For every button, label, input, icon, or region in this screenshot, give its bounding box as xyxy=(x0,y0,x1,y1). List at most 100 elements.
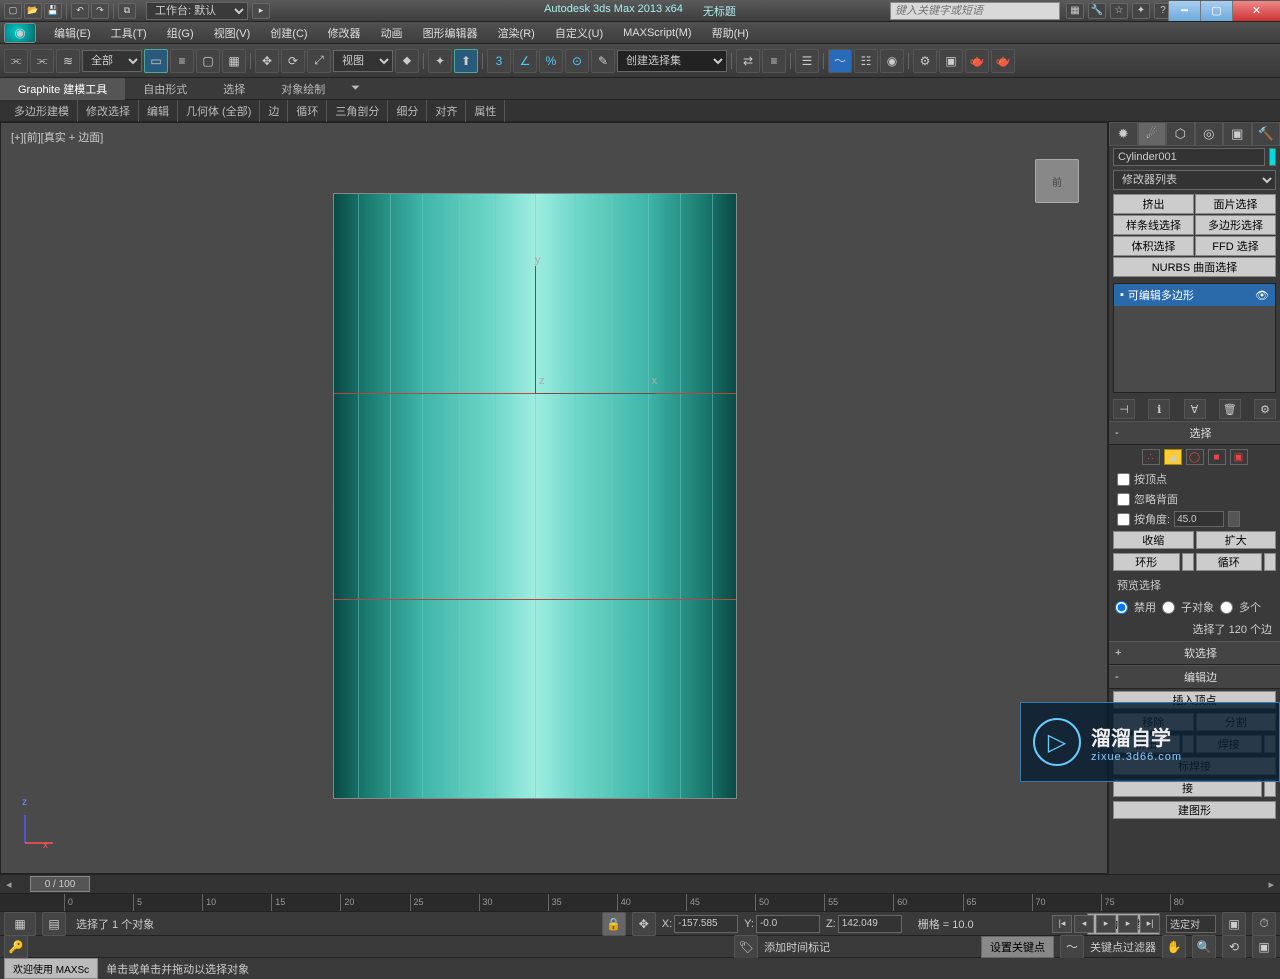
expand-button[interactable]: 扩大 xyxy=(1196,531,1277,549)
material-editor-icon[interactable]: ◉ xyxy=(880,49,904,73)
menu-customize[interactable]: 自定义(U) xyxy=(545,22,613,44)
layer-manager-icon[interactable]: ☰ xyxy=(795,49,819,73)
add-time-tag-label[interactable]: 添加时间标记 xyxy=(764,939,830,955)
nav-zoom-icon[interactable]: 🔍 xyxy=(1192,935,1216,959)
select-object-icon[interactable]: ▭ xyxy=(144,49,168,73)
object-color-swatch[interactable] xyxy=(1269,148,1276,166)
mod-extrude-button[interactable]: 挤出 xyxy=(1113,194,1194,214)
menu-create[interactable]: 创建(C) xyxy=(260,22,317,44)
rotate-gizmo-icon[interactable]: ⟳ xyxy=(281,49,305,73)
rsub-poly-model[interactable]: 多边形建模 xyxy=(6,100,78,122)
render-setup-icon[interactable]: ⚙ xyxy=(913,49,937,73)
tl-prev-icon[interactable]: ◂ xyxy=(6,878,12,891)
vertex-subobj-icon[interactable]: ∴ xyxy=(1142,449,1160,465)
rsub-align[interactable]: 对齐 xyxy=(427,100,466,122)
tab-selection[interactable]: 选择 xyxy=(205,78,263,100)
goto-start-icon[interactable]: |◂ xyxy=(1052,915,1072,933)
ring-button[interactable]: 环形 xyxy=(1113,553,1180,571)
tab-freeform[interactable]: 自由形式 xyxy=(125,78,205,100)
help-search-input[interactable] xyxy=(890,2,1060,20)
workspace-selector[interactable]: 工作台: 默认 ▸ xyxy=(146,2,270,20)
time-config-icon[interactable]: ⏱ xyxy=(1252,912,1276,936)
tl-next-icon[interactable]: ▸ xyxy=(1268,878,1274,891)
set-key-icon[interactable]: 🔑 xyxy=(4,935,28,959)
close-button[interactable]: ✕ xyxy=(1232,1,1280,21)
select-manipulate-icon[interactable]: ✦ xyxy=(428,49,452,73)
create-shape-button[interactable]: 建图形 xyxy=(1113,801,1276,819)
percent-snap-icon[interactable]: % xyxy=(539,49,563,73)
nav-max-icon[interactable]: ▣ xyxy=(1252,935,1276,959)
set-key-button[interactable]: 设置关键点 xyxy=(981,936,1054,958)
goto-end-icon[interactable]: ▸| xyxy=(1140,915,1160,933)
workspace-dropdown[interactable]: 工作台: 默认 xyxy=(146,2,248,20)
rsub-subdiv[interactable]: 细分 xyxy=(388,100,427,122)
menu-tools[interactable]: 工具(T) xyxy=(101,22,157,44)
modifier-list-dropdown[interactable]: 修改器列表 xyxy=(1113,170,1276,190)
curve-editor-icon[interactable]: 〜 xyxy=(828,49,852,73)
maxscript-icon[interactable]: ▦ xyxy=(4,912,36,936)
loop-spinner[interactable]: ◂▸ xyxy=(1264,553,1276,571)
keyboard-shortcut-icon[interactable]: ⬆ xyxy=(454,49,478,73)
key-filter-curve-icon[interactable]: 〜 xyxy=(1060,935,1084,959)
scale-gizmo-icon[interactable]: ⤢ xyxy=(307,49,331,73)
section-selection[interactable]: -选择 xyxy=(1109,421,1280,445)
unlink-icon[interactable]: ⫘ xyxy=(30,49,54,73)
app-logo-icon[interactable]: ◉ xyxy=(4,23,36,43)
next-frame-icon[interactable]: ▸ xyxy=(1118,915,1138,933)
make-unique-icon[interactable]: ∀ xyxy=(1184,399,1206,419)
mod-face-select-button[interactable]: 面片选择 xyxy=(1195,194,1276,214)
menu-view[interactable]: 视图(V) xyxy=(204,22,261,44)
link-icon[interactable]: ⧉ xyxy=(118,3,136,19)
tab-graphite[interactable]: Graphite 建模工具 xyxy=(0,78,125,100)
star-icon[interactable]: ☆ xyxy=(1110,3,1128,19)
workspace-arrow-icon[interactable]: ▸ xyxy=(252,3,270,19)
prev-frame-icon[interactable]: ◂ xyxy=(1074,915,1094,933)
menu-maxscript[interactable]: MAXScript(M) xyxy=(613,24,701,42)
angle-spinner-buttons[interactable] xyxy=(1228,511,1240,527)
time-tag-icon[interactable]: 🏷 xyxy=(734,935,758,959)
section-edit-edge[interactable]: -编辑边 xyxy=(1109,665,1280,689)
rsub-edit[interactable]: 编辑 xyxy=(139,100,178,122)
utilities-tab-icon[interactable]: 🔨 xyxy=(1252,122,1280,146)
modifier-stack[interactable]: ▪ 可编辑多边形 👁 xyxy=(1113,283,1276,393)
loop-button[interactable]: 循环 xyxy=(1196,553,1263,571)
ref-coord-select[interactable]: 视图 xyxy=(333,50,393,72)
listener-icon[interactable]: ▤ xyxy=(42,912,66,936)
time-ruler[interactable]: 05101520253035404550556065707580 xyxy=(0,894,1280,912)
edit-named-sel-icon[interactable]: ✎ xyxy=(591,49,615,73)
create-tab-icon[interactable]: ✹ xyxy=(1109,122,1138,146)
remove-mod-icon[interactable]: 🗑 xyxy=(1219,399,1241,419)
menu-modifiers[interactable]: 修改器 xyxy=(318,22,371,44)
render-frame-icon[interactable]: ▣ xyxy=(939,49,963,73)
polygon-subobj-icon[interactable]: ■ xyxy=(1208,449,1226,465)
key-icon[interactable]: 🔧 xyxy=(1088,3,1106,19)
eye-icon[interactable]: 👁 xyxy=(1255,289,1269,302)
rsub-props[interactable]: 属性 xyxy=(466,100,505,122)
stack-editable-poly[interactable]: ▪ 可编辑多边形 👁 xyxy=(1114,284,1275,306)
nav-orbit-icon[interactable]: ⟲ xyxy=(1222,935,1246,959)
element-subobj-icon[interactable]: ▣ xyxy=(1230,449,1248,465)
pivot-icon[interactable]: ⬥ xyxy=(395,49,419,73)
mod-poly-select-button[interactable]: 多边形选择 xyxy=(1195,215,1276,235)
cylinder-object[interactable]: y x z xyxy=(333,193,737,799)
link-chain-icon[interactable]: ⫘ xyxy=(4,49,28,73)
open-file-icon[interactable]: 📂 xyxy=(24,3,42,19)
vp-layout-icon[interactable]: ▣ xyxy=(1222,912,1246,936)
move-gizmo-icon[interactable]: ✥ xyxy=(255,49,279,73)
x-coord-input[interactable] xyxy=(674,915,738,933)
new-file-icon[interactable]: ▢ xyxy=(4,3,22,19)
pin-stack-icon[interactable]: ⊣ xyxy=(1113,399,1135,419)
grid-icon[interactable]: ▦ xyxy=(1066,3,1084,19)
save-file-icon[interactable]: 💾 xyxy=(44,3,62,19)
menu-rendering[interactable]: 渲染(R) xyxy=(488,22,545,44)
border-subobj-icon[interactable]: ◯ xyxy=(1186,449,1204,465)
angle-spinner[interactable] xyxy=(1174,511,1224,527)
time-slider-handle[interactable]: 0 / 100 xyxy=(30,876,90,892)
menu-animation[interactable]: 动画 xyxy=(371,22,413,44)
align-icon[interactable]: ≡ xyxy=(762,49,786,73)
preview-subobj-radio[interactable] xyxy=(1162,601,1175,614)
object-name-input[interactable] xyxy=(1113,148,1265,166)
minimize-button[interactable]: ━ xyxy=(1168,1,1200,21)
ring-spinner[interactable]: ◂▸ xyxy=(1182,553,1194,571)
lock-icon[interactable]: 🔒 xyxy=(602,912,626,936)
